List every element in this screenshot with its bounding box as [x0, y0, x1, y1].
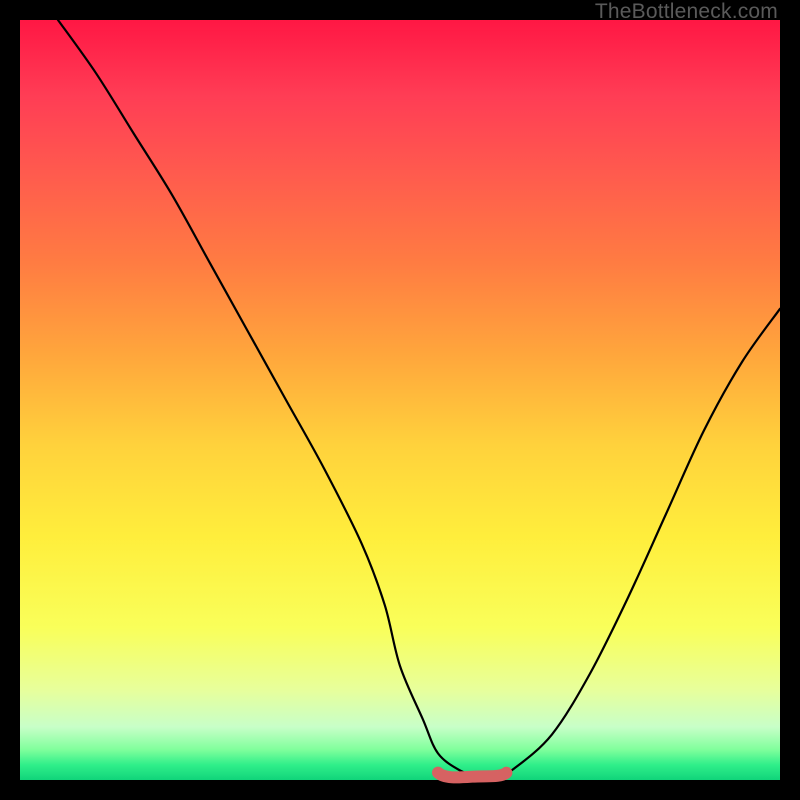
bottleneck-curve	[58, 20, 780, 775]
plot-area	[20, 20, 780, 780]
optimal-range-highlight	[438, 773, 506, 778]
chart-viewport: TheBottleneck.com	[0, 0, 800, 800]
curve-layer	[20, 20, 780, 780]
